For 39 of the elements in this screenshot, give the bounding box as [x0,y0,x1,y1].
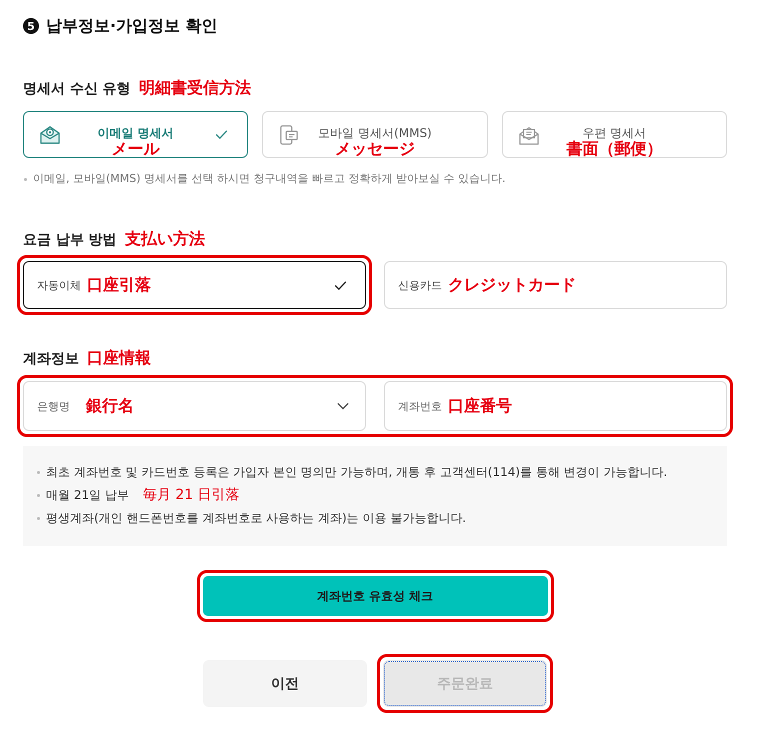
letter-envelope-icon [518,124,540,144]
bank-select[interactable]: 은행명 銀行名 [23,381,366,431]
check-icon [334,280,347,290]
notice-text: 최초 계좌번호 및 카드번호 등록은 가입자 본인 명의만 가능하며, 개통 후 고객센터(114)를 통해 변경이 가능합니다. [46,464,668,481]
help-text: 이메일, 모바일(MMS) 명세서를 선택 하시면 청구내역을 빠르고 정확하게 받아보실 수 있습니다. [33,171,506,187]
annotation-text: 口座情報 [87,348,151,369]
payment-option[interactable]: 자동이체 口座引落 [23,261,366,309]
annotation-text: 銀行名 [86,396,134,416]
account-number-field[interactable]: 계좌번호 口座番号 [384,381,727,431]
phone-document-icon [278,124,300,144]
bullet-icon [37,471,40,474]
annotation-text: 書面（郵便） [566,141,662,157]
bullet-icon [24,178,27,180]
payment-option[interactable]: 신용카드 クレジットカード [384,261,727,309]
back-button[interactable]: 이전 [203,660,367,707]
statement-option[interactable]: 이메일 명세서 メール [23,111,248,158]
group-label: 계좌정보 [23,350,79,368]
step-number: 5 [23,18,39,34]
annotation-text: 毎月 21 日引落 [142,486,240,505]
envelope-icon [39,124,61,144]
section-title: 납부정보·가입정보 확인 [46,16,218,36]
check-icon [214,129,228,140]
annotation-text: 明細書受信方法 [138,78,251,99]
annotation-text: 支払い方法 [124,229,205,250]
group-label: 요금 납부 방법 [23,231,117,249]
statement-option[interactable]: 우편 명세서 書面（郵便） [502,111,727,158]
chevron-down-icon [337,402,349,410]
statement-option[interactable]: 모바일 명세서(MMS) メッセージ [262,111,488,158]
bullet-icon [37,494,40,497]
annotation-text: メール [112,141,160,157]
notice-text: 매월 21일 납부 [46,487,129,504]
annotation-text: クレジットカード [448,274,576,296]
validate-account-button[interactable]: 계좌번호 유효성 체크 [202,576,548,616]
group-label: 명세서 수신 유형 [23,80,131,98]
annotation-text: メッセージ [334,141,415,157]
notice-text: 평생계좌(개인 핸드폰번호를 계좌번호로 사용하는 계좌)는 이용 불가능합니다. [46,510,466,527]
annotation-text: 口座番号 [448,396,512,416]
bullet-icon [37,517,40,520]
annotation-text: 口座引落 [87,274,151,296]
